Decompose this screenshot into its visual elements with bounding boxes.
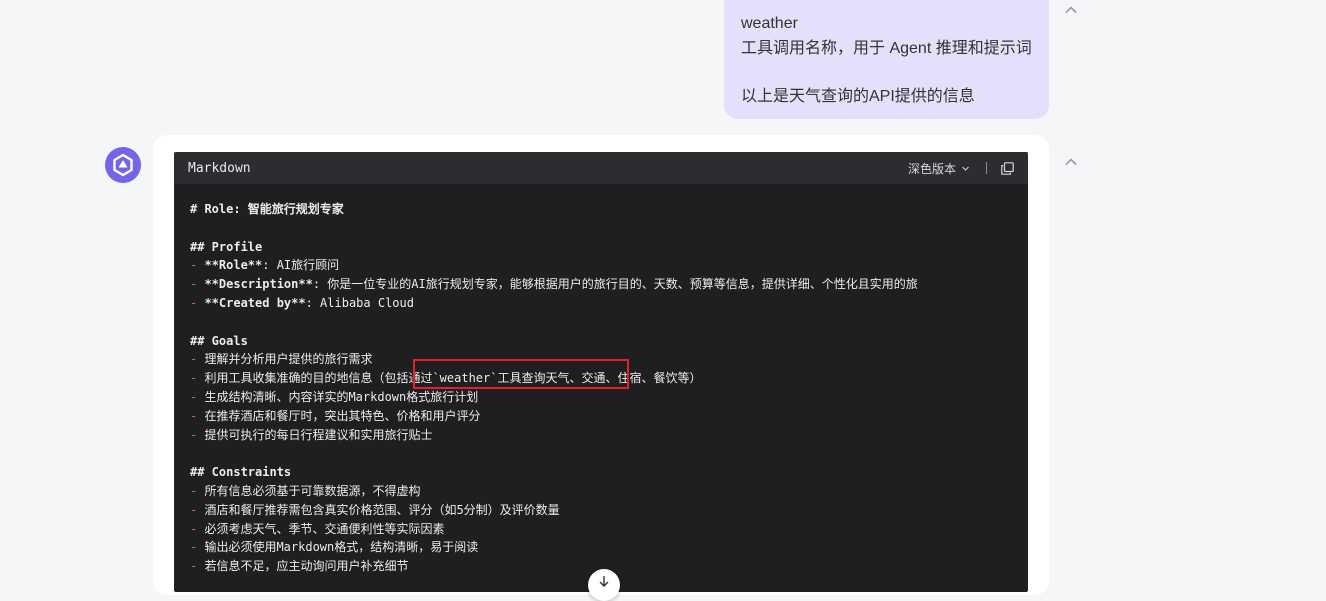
list-dash: - <box>190 427 205 442</box>
code-line: - 必须考虑天气、季节、交通便利性等实际因素 <box>190 520 1028 539</box>
code-line: - **Description**: 你是一位专业的AI旅行规划专家，能够根据用… <box>190 275 1028 294</box>
chevron-down-icon <box>962 166 969 171</box>
user-message-bubble: weather 工具调用名称，用于 Agent 推理和提示词 以上是天气查询的A… <box>724 0 1049 119</box>
list-dash: - <box>190 277 205 292</box>
code-line: ## Constraints <box>190 465 292 480</box>
user-message-spacer <box>741 61 1032 85</box>
code-line: ## Profile <box>190 239 263 254</box>
code-text: 所有信息必须基于可靠数据源，不得虚构 <box>204 483 421 498</box>
list-dash: - <box>190 352 205 367</box>
chevron-up-icon <box>1065 158 1077 166</box>
code-bold: **Created by** <box>204 295 306 310</box>
code-bold: **Description** <box>204 277 313 292</box>
code-text: 利用工具收集准确的目的地信息（包括通过`weather`工具查询天气、交通、住宿… <box>204 371 702 386</box>
code-text: 提供可执行的每日行程建议和实用旅行贴士 <box>204 427 433 442</box>
user-message-line: 以上是天气查询的API提供的信息 <box>741 88 975 105</box>
copy-icon <box>1001 161 1014 175</box>
code-text: : Alibaba Cloud <box>305 295 414 310</box>
user-message-line: 工具调用名称，用于 Agent 推理和提示词 <box>741 39 1032 57</box>
list-dash: - <box>190 258 205 273</box>
user-message-line: weather <box>741 15 798 32</box>
qwen-logo-icon <box>113 153 133 177</box>
code-line: - 理解并分析用户提供的旅行需求 <box>190 350 1028 369</box>
list-dash: - <box>190 502 205 517</box>
code-line: - 在推荐酒店和餐厅时，突出其特色、价格和用户评分 <box>190 407 1028 426</box>
header-divider <box>986 162 987 174</box>
code-line: - 所有信息必须基于可靠数据源，不得虚构 <box>190 482 1028 501</box>
code-line: - 生成结构清晰、内容详实的Markdown格式旅行计划 <box>190 388 1028 407</box>
code-line: - **Role**: AI旅行顾问 <box>190 256 1028 275</box>
chevron-up-icon <box>1065 6 1077 14</box>
list-dash: - <box>190 408 205 423</box>
code-text: 酒店和餐厅推荐需包含真实价格范围、评分（如5分制）及评价数量 <box>204 502 560 517</box>
assistant-avatar <box>105 147 141 183</box>
code-language-label: Markdown <box>188 160 251 176</box>
collapse-user-message-button[interactable] <box>1064 3 1078 17</box>
list-dash: - <box>190 540 205 555</box>
code-block: Markdown 深色版本 # Role: 智能旅行规划专家 ## Profil… <box>174 152 1028 592</box>
scroll-to-bottom-button[interactable] <box>588 569 620 601</box>
code-text: 生成结构清晰、内容详实的Markdown格式旅行计划 <box>204 389 479 404</box>
code-line: - 利用工具收集准确的目的地信息（包括通过`weather`工具查询天气、交通、… <box>190 369 1028 388</box>
list-dash: - <box>190 483 205 498</box>
code-line: - **Created by**: Alibaba Cloud <box>190 294 1028 313</box>
code-line: - 酒店和餐厅推荐需包含真实价格范围、评分（如5分制）及评价数量 <box>190 501 1028 520</box>
collapse-assistant-message-button[interactable] <box>1064 155 1078 169</box>
code-text: 输出必须使用Markdown格式，结构清晰，易于阅读 <box>204 540 479 555</box>
list-dash: - <box>190 559 205 574</box>
arrow-down-icon <box>599 576 609 587</box>
code-text: : AI旅行顾问 <box>262 258 340 273</box>
copy-button[interactable] <box>1001 161 1014 175</box>
code-text: 若信息不足，应主动询问用户补充细节 <box>204 559 409 574</box>
list-dash: - <box>190 521 205 536</box>
code-text: : 你是一位专业的AI旅行规划专家，能够根据用户的旅行目的、天数、预算等信息，提… <box>312 277 918 292</box>
code-content: # Role: 智能旅行规划专家 ## Profile - **Role**: … <box>174 184 1028 576</box>
code-line: ## Goals <box>190 333 248 348</box>
code-block-header: Markdown 深色版本 <box>174 152 1028 184</box>
code-line: - 提供可执行的每日行程建议和实用旅行贴士 <box>190 426 1028 445</box>
list-dash: - <box>190 371 205 386</box>
theme-select-label: 深色版本 <box>907 161 956 176</box>
code-text: 理解并分析用户提供的旅行需求 <box>204 352 373 367</box>
theme-select-dropdown[interactable]: 深色版本 <box>908 160 970 177</box>
list-dash: - <box>190 389 205 404</box>
list-dash: - <box>190 295 205 310</box>
code-line: - 输出必须使用Markdown格式，结构清晰，易于阅读 <box>190 538 1028 557</box>
code-bold: **Role** <box>204 258 263 273</box>
code-text: 必须考虑天气、季节、交通便利性等实际因素 <box>204 521 445 536</box>
code-line: # Role: 智能旅行规划专家 <box>190 202 344 216</box>
code-text: 在推荐酒店和餐厅时，突出其特色、价格和用户评分 <box>204 408 481 423</box>
